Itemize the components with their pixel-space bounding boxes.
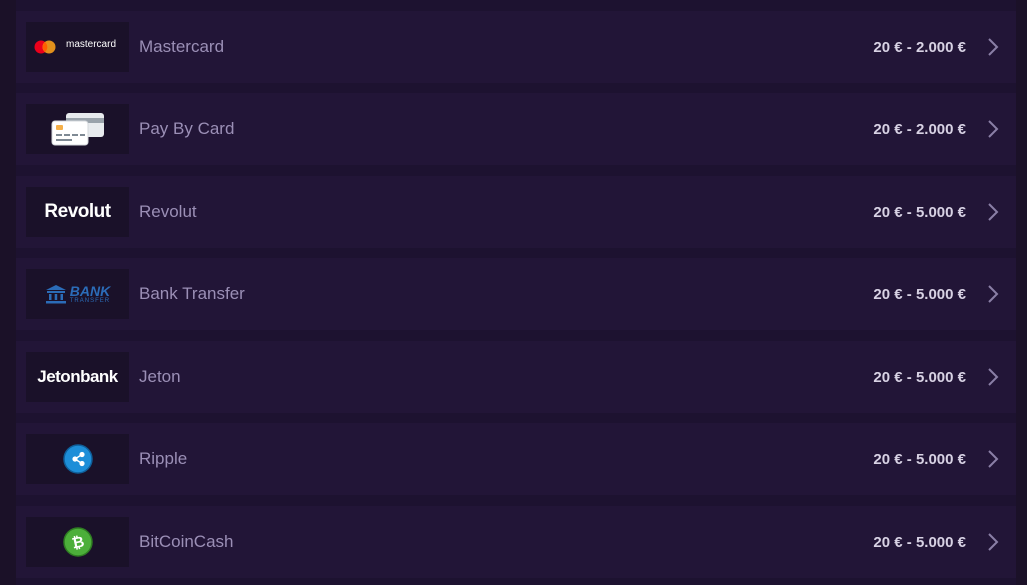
method-range: 20 € - 5.000 € bbox=[873, 285, 966, 303]
payment-method-mastercard[interactable]: mastercard Mastercard 20 € - 2.000 € bbox=[16, 11, 1016, 83]
chevron-right-icon bbox=[988, 368, 999, 386]
revolut-logo: Revolut bbox=[26, 187, 129, 237]
ripple-icon bbox=[62, 444, 93, 474]
method-name: Revolut bbox=[139, 202, 197, 221]
chevron-right-icon bbox=[988, 285, 999, 303]
bitcoin-cash-logo: ₿ bbox=[26, 517, 129, 567]
credit-cards-icon bbox=[26, 104, 129, 154]
method-range: 20 € - 5.000 € bbox=[873, 450, 966, 468]
jetonbank-wordmark: Jetonbank bbox=[37, 367, 118, 386]
transfer-wordmark: TRANSFER bbox=[69, 298, 111, 304]
chevron-right-icon bbox=[988, 120, 999, 138]
mastercard-wordmark: mastercard bbox=[66, 39, 117, 50]
method-name: Pay By Card bbox=[139, 119, 235, 138]
chevron-right-icon bbox=[988, 38, 999, 56]
method-name: Bank Transfer bbox=[139, 284, 245, 303]
bank-transfer-logo: BANK TRANSFER bbox=[26, 269, 129, 319]
chevron-right-icon bbox=[988, 450, 999, 468]
method-range: 20 € - 2.000 € bbox=[873, 38, 966, 56]
method-range: 20 € - 5.000 € bbox=[873, 368, 966, 386]
payment-method-jeton[interactable]: Jetonbank Jeton 20 € - 5.000 € bbox=[16, 341, 1016, 413]
bitcoin-cash-icon: ₿ bbox=[62, 527, 93, 557]
method-range: 20 € - 2.000 € bbox=[873, 120, 966, 138]
method-name: Ripple bbox=[139, 449, 188, 468]
chevron-right-icon bbox=[988, 533, 999, 551]
method-name: Jeton bbox=[139, 367, 181, 386]
chevron-right-icon bbox=[988, 203, 999, 221]
bank-wordmark: BANK bbox=[69, 283, 111, 299]
bank-building-icon bbox=[45, 285, 66, 304]
mastercard-logo: mastercard bbox=[26, 22, 129, 72]
payment-method-bank-transfer[interactable]: BANK TRANSFER Bank Transfer 20 € - 5.000… bbox=[16, 258, 1016, 330]
payment-methods-list: mastercard Mastercard 20 € - 2.000 € Pay… bbox=[16, 0, 1016, 585]
method-range: 20 € - 5.000 € bbox=[873, 533, 966, 551]
payment-method-revolut[interactable]: Revolut Revolut 20 € - 5.000 € bbox=[16, 176, 1016, 248]
payment-method-bitcoincash[interactable]: ₿ BitCoinCash 20 € - 5.000 € bbox=[16, 506, 1016, 578]
jetonbank-logo: Jetonbank bbox=[26, 352, 129, 402]
method-name: Mastercard bbox=[139, 37, 225, 56]
payment-method-pay-by-card[interactable]: Pay By Card 20 € - 2.000 € bbox=[16, 93, 1016, 165]
ripple-logo bbox=[26, 434, 129, 484]
method-range: 20 € - 5.000 € bbox=[873, 203, 966, 221]
method-name: BitCoinCash bbox=[139, 532, 234, 551]
revolut-wordmark: Revolut bbox=[44, 201, 111, 222]
payment-method-ripple[interactable]: Ripple 20 € - 5.000 € bbox=[16, 423, 1016, 495]
